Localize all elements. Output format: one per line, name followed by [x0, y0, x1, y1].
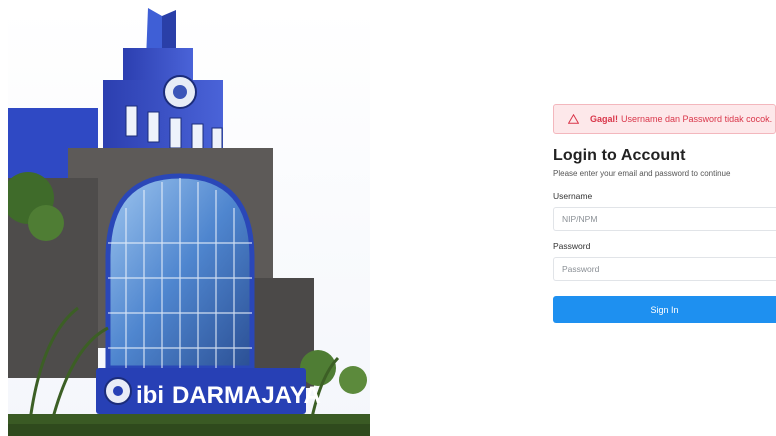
alert-message: Username dan Password tidak cocok.: [621, 114, 773, 124]
password-field[interactable]: [553, 257, 776, 281]
username-label: Username: [553, 191, 593, 201]
campus-building-image: ibi DARMAJAYA: [8, 8, 370, 436]
error-alert: Gagal! Username dan Password tidak cocok…: [553, 104, 776, 134]
page-subtitle: Please enter your email and password to …: [553, 169, 731, 178]
campus-building-illustration: ibi DARMAJAYA: [8, 8, 370, 436]
warning-triangle-icon: [568, 114, 579, 124]
page-title: Login to Account: [553, 147, 686, 164]
sign-logo-text: ibi: [136, 382, 164, 409]
sign-text: DARMAJAYA: [172, 382, 321, 409]
alert-strong-text: Gagal!: [590, 114, 619, 124]
password-label: Password: [553, 241, 591, 251]
login-panel: Gagal! Username dan Password tidak cocok…: [553, 104, 776, 323]
sign-in-button[interactable]: Sign In: [553, 296, 776, 323]
username-field[interactable]: [553, 207, 776, 231]
